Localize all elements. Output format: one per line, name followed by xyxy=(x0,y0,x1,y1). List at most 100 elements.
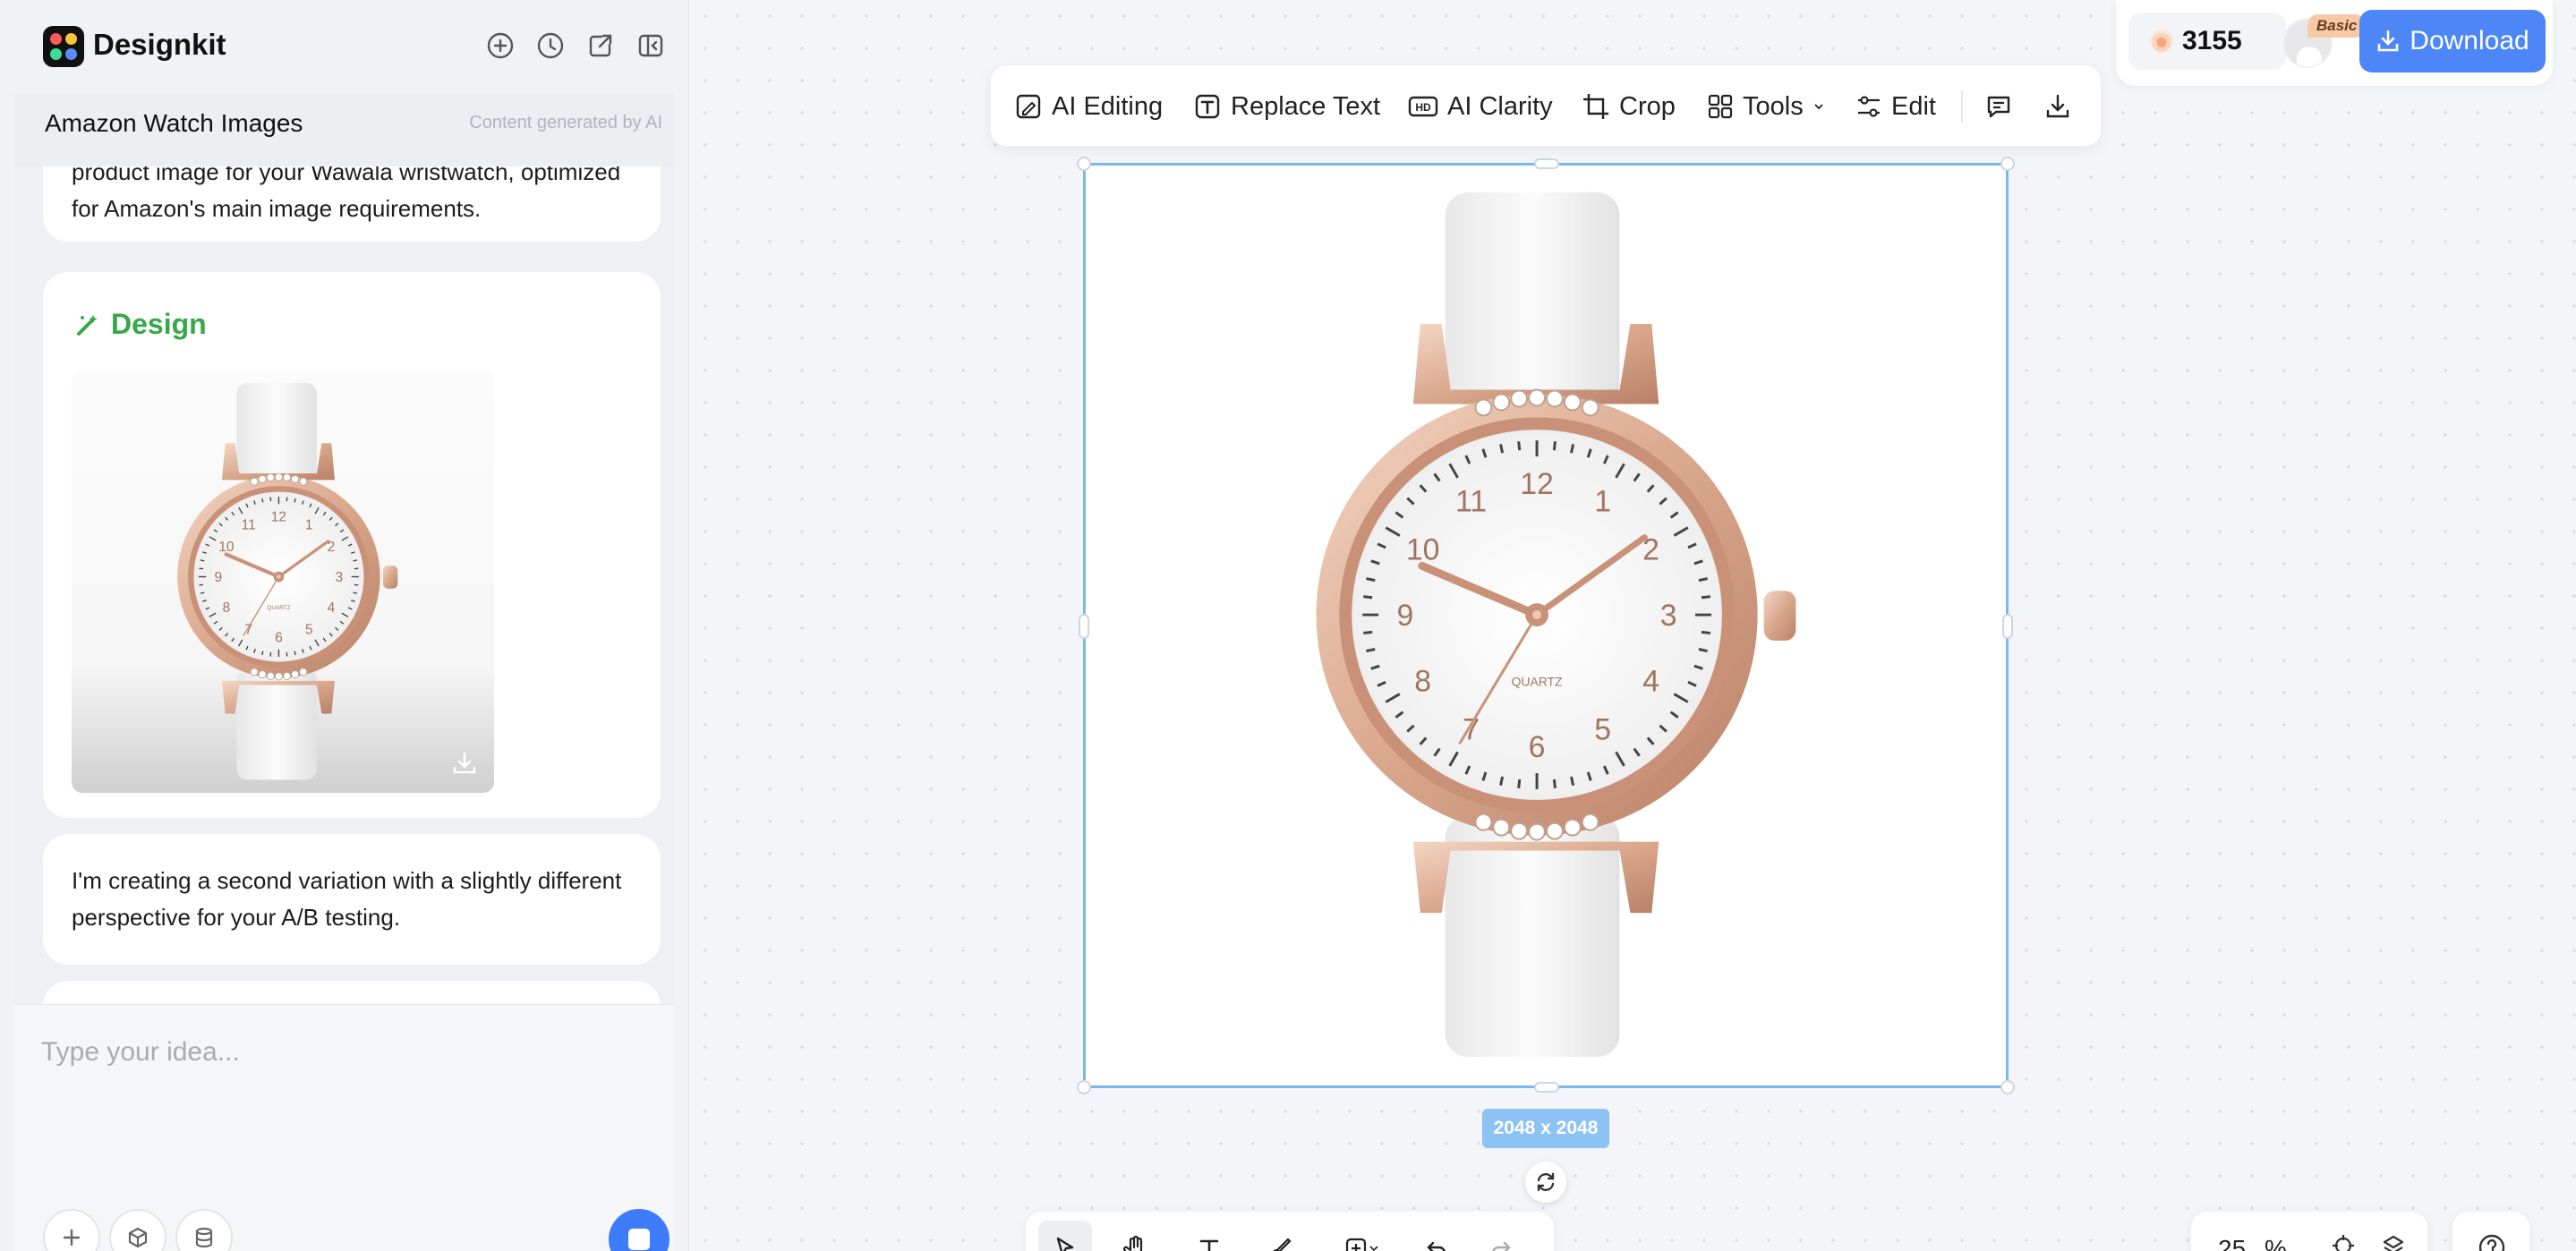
comment-icon xyxy=(1987,96,2010,118)
toolbar-download-button[interactable] xyxy=(2043,65,2072,148)
layers-icon xyxy=(2383,1235,2404,1251)
selected-canvas-image[interactable]: 121234567891011QUARTZ xyxy=(1077,157,2015,1094)
design-thumbnail[interactable] xyxy=(72,370,494,793)
design-label-text: Design xyxy=(111,308,207,340)
crop-button[interactable]: Crop xyxy=(1582,65,1676,148)
stop-icon xyxy=(628,1229,650,1250)
chat-input-area xyxy=(14,1004,675,1251)
tools-dropdown[interactable]: Tools xyxy=(1707,65,1825,148)
3d-model-button[interactable] xyxy=(109,1209,166,1251)
assistant-message xyxy=(43,981,661,1004)
resize-handle-left[interactable] xyxy=(1079,614,1089,639)
message-text: I'm creating a second variation with a s… xyxy=(72,867,622,931)
stop-generation-button[interactable] xyxy=(609,1209,670,1251)
brush-tool[interactable] xyxy=(1260,1228,1301,1251)
svg-text:HD: HD xyxy=(1415,101,1431,114)
database-icon xyxy=(195,1227,213,1248)
resize-handle-top-right[interactable] xyxy=(2000,157,2015,171)
resize-handle-right[interactable] xyxy=(2002,614,2013,639)
resize-handle-bottom-right[interactable] xyxy=(2000,1080,2015,1094)
collapse-panel-icon[interactable] xyxy=(635,30,666,61)
user-avatar-wrap[interactable]: Basic xyxy=(2282,14,2368,72)
zoom-unit: % xyxy=(2265,1235,2287,1251)
redo-icon xyxy=(1492,1241,1511,1251)
history-icon[interactable] xyxy=(535,30,566,61)
add-attachment-button[interactable] xyxy=(43,1209,100,1251)
new-chat-icon[interactable] xyxy=(485,30,516,61)
edit-button[interactable]: Edit xyxy=(1855,65,1936,148)
chevron-down-icon xyxy=(1814,104,1823,110)
plan-badge: Basic xyxy=(2307,14,2367,38)
download-icon xyxy=(2046,94,2069,118)
share-icon[interactable] xyxy=(585,30,616,61)
crop-label: Crop xyxy=(1619,91,1676,121)
resize-handle-top[interactable] xyxy=(1534,158,1559,169)
add-box-icon xyxy=(1345,1238,1367,1251)
download-button[interactable]: Download xyxy=(2359,10,2546,72)
target-icon xyxy=(2333,1235,2354,1251)
ai-generated-note: Content generated by AI xyxy=(469,113,662,132)
message-text: product image for your Wawala wristwatch… xyxy=(72,166,621,222)
hand-icon xyxy=(1122,1235,1143,1251)
replace-text-button[interactable]: Replace Text xyxy=(1193,65,1380,148)
ai-editing-label: AI Editing xyxy=(1052,91,1164,121)
account-bar: 3155 Basic Download xyxy=(2116,0,2553,86)
hand-tool[interactable] xyxy=(1115,1228,1156,1251)
replace-text-label: Replace Text xyxy=(1231,91,1381,121)
watch-product-image: 121234567891011QUARTZ xyxy=(1086,166,2006,1085)
insert-dropdown[interactable] xyxy=(1330,1228,1393,1251)
chat-title: Amazon Watch Images xyxy=(45,109,303,137)
app-name: Designkit xyxy=(93,28,226,61)
canvas-tools-toolbar xyxy=(1026,1212,1554,1251)
ai-clarity-label: AI Clarity xyxy=(1447,91,1553,121)
text-tool[interactable] xyxy=(1189,1228,1230,1251)
message-list[interactable]: product image for your Wawala wristwatch… xyxy=(14,166,675,1004)
chat-panel: Designkit Amazon Watch Images Content ge… xyxy=(0,0,689,1251)
sliders-icon xyxy=(1858,96,1880,117)
credits-coin-icon xyxy=(2150,30,2173,53)
zoom-controls: 25 % xyxy=(2191,1212,2427,1251)
comment-button[interactable] xyxy=(1984,65,2013,148)
help-button[interactable] xyxy=(2452,1212,2529,1251)
resize-handle-bottom-left[interactable] xyxy=(1077,1080,1091,1094)
ai-edit-icon xyxy=(1016,94,1041,119)
knowledge-base-button[interactable] xyxy=(175,1209,233,1251)
designkit-logo-icon xyxy=(43,26,84,67)
edit-label: Edit xyxy=(1891,91,1936,121)
chevron-down-icon xyxy=(1369,1246,1378,1251)
cursor-arrow-icon xyxy=(1056,1237,1074,1251)
grid-icon xyxy=(1708,94,1733,119)
assistant-message: product image for your Wawala wristwatch… xyxy=(43,166,661,242)
download-icon xyxy=(2377,30,2399,52)
watch-thumbnail-image xyxy=(72,370,494,793)
thumbnail-download-icon[interactable] xyxy=(448,746,482,780)
credits-value: 3155 xyxy=(2182,26,2242,55)
rotate-button[interactable] xyxy=(1525,1162,1566,1203)
idea-input[interactable] xyxy=(41,1030,650,1075)
crop-icon xyxy=(1583,94,1608,119)
zoom-value[interactable]: 25 xyxy=(2218,1235,2246,1251)
assistant-message: I'm creating a second variation with a s… xyxy=(43,834,661,965)
rotate-icon xyxy=(1537,1172,1555,1192)
resize-handle-top-left[interactable] xyxy=(1077,157,1091,171)
plus-icon xyxy=(63,1229,81,1247)
fit-screen-button[interactable] xyxy=(2325,1228,2361,1251)
credits-pill[interactable]: 3155 xyxy=(2128,13,2286,70)
text-icon xyxy=(1199,1239,1219,1251)
brush-icon xyxy=(1273,1238,1292,1251)
magic-wand-icon xyxy=(77,314,98,336)
cube-icon xyxy=(128,1227,148,1248)
download-label: Download xyxy=(2410,26,2529,55)
undo-icon xyxy=(1427,1241,1446,1251)
redo-button[interactable] xyxy=(1480,1228,1522,1251)
ai-clarity-button[interactable]: HD AI Clarity xyxy=(1408,65,1553,148)
ai-editing-button[interactable]: AI Editing xyxy=(1014,65,1163,148)
resize-handle-bottom[interactable] xyxy=(1534,1082,1559,1093)
layers-button[interactable] xyxy=(2376,1228,2411,1251)
text-replace-icon xyxy=(1195,94,1220,119)
design-label: Design xyxy=(75,308,207,341)
select-tool[interactable] xyxy=(1038,1221,1092,1251)
help-icon xyxy=(2478,1234,2505,1251)
tools-label: Tools xyxy=(1743,91,1804,121)
undo-button[interactable] xyxy=(1416,1228,1457,1251)
